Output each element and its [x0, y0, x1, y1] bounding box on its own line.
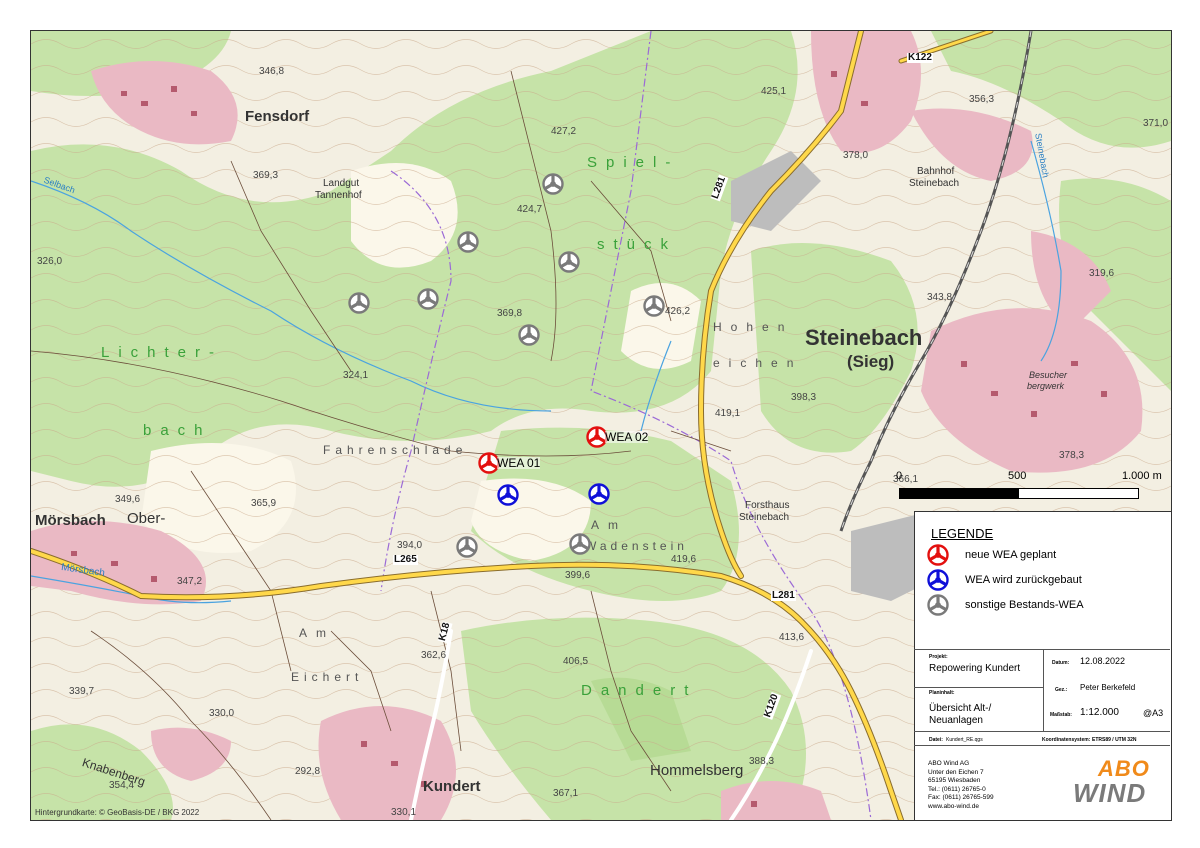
label-wea-02: WEA 02: [605, 430, 649, 444]
spot-height: 349,6: [115, 494, 141, 505]
label-wea-01: WEA 01: [497, 456, 541, 470]
wind-logo-text: WIND: [1073, 778, 1147, 808]
spot-height: 413,6: [779, 632, 805, 643]
paper-format: @A3: [1143, 708, 1164, 718]
spot-height: 425,1: [761, 86, 787, 97]
spot-height: 388,3: [749, 756, 775, 767]
field-bach: bach: [143, 422, 212, 439]
spot-height: 356,3: [969, 94, 995, 105]
massstab-label: Maßstab:: [1050, 712, 1072, 718]
spot-height: 330,1: [391, 807, 417, 818]
spot-height: 365,9: [251, 498, 277, 509]
spot-height: 394,0: [397, 540, 423, 551]
road-l281-south: L281: [771, 590, 796, 601]
spot-height: 346,8: [259, 66, 285, 77]
label-steinebach: Steinebach: [805, 325, 923, 350]
legend-title: LEGENDE: [931, 526, 994, 541]
field-spiel: Spiel-: [587, 154, 680, 171]
label-kundert: Kundert: [423, 778, 481, 795]
map-credit: Hintergrundkarte: © GeoBasis-DE / BKG 20…: [35, 808, 200, 817]
field-stueck: stück: [597, 236, 678, 253]
legend-item-new: neue WEA geplant: [925, 544, 1056, 566]
field-wadenstein: Wadenstein: [585, 539, 688, 553]
legend-item-existing: sonstige Bestands-WEA: [925, 594, 1084, 616]
wind-turbine-existing-icon: [927, 594, 949, 616]
field-am-1: Am: [591, 518, 627, 532]
spot-height: 354,4: [109, 780, 135, 791]
field-am-2: Am: [299, 626, 335, 640]
datum-value: 12.08.2022: [1080, 656, 1126, 666]
spot-height: 424,7: [517, 204, 543, 215]
label-fensdorf: Fensdorf: [245, 108, 310, 125]
legend-item-dismantle-label: WEA wird zurückgebaut: [965, 574, 1082, 586]
koord-value: ETRS89 / UTM 32N: [1092, 737, 1137, 743]
label-forsthaus: Forsthaus: [745, 500, 790, 511]
spot-height: 371,0: [1143, 118, 1169, 129]
label-tannenhof: Tannenhof: [315, 190, 362, 201]
spot-height: 378,3: [1059, 450, 1085, 461]
spot-height: 319,6: [1089, 268, 1115, 279]
field-fahrenschlade: Fahrenschlade: [323, 443, 468, 457]
spot-height: 326,0: [37, 256, 63, 267]
legend-item-existing-label: sonstige Bestands-WEA: [965, 599, 1084, 611]
field-hohen: Hohen: [713, 320, 794, 334]
spot-height: 419,1: [715, 408, 741, 419]
planinhalt-label: Planinhalt:: [929, 690, 955, 696]
spot-height: 343,8: [927, 292, 953, 303]
legend-item-new-label: neue WEA geplant: [965, 549, 1057, 561]
label-bahnhof: Bahnhof: [917, 166, 955, 177]
wind-turbine-new-icon: [927, 544, 949, 566]
spot-height: 367,1: [553, 788, 579, 799]
label-landgut: Landgut: [323, 178, 360, 189]
wind-turbine-dismantle-icon: [927, 569, 949, 591]
spot-height: 362,6: [421, 650, 447, 661]
spot-height: 339,7: [69, 686, 95, 697]
field-dandert: Dandert: [581, 682, 698, 699]
road-k122: K122: [907, 52, 933, 63]
massstab-value: 1:12.000: [1080, 707, 1119, 718]
spot-height: 427,2: [551, 126, 577, 137]
field-eichert: Eichert: [291, 670, 364, 684]
datum-label: Datum:: [1052, 660, 1070, 666]
label-bahnhof-steinebach: Steinebach: [909, 178, 960, 189]
spot-height: 406,5: [563, 656, 589, 667]
spot-height: 347,2: [177, 576, 203, 587]
spot-height: 399,6: [565, 570, 591, 581]
spot-height: 324,1: [343, 370, 369, 381]
koord-label: Koordinatensystem:: [1042, 737, 1091, 743]
spot-height: 426,2: [665, 306, 691, 317]
spot-height: 369,3: [253, 170, 279, 181]
label-bergwerk: bergwerk: [1027, 381, 1065, 391]
scale-bar-black-segment: [900, 489, 1019, 498]
planinhalt-line2: Neuanlagen: [929, 715, 983, 726]
scale-bar-frame: [899, 488, 1139, 499]
company-address: ABO Wind AG Unter den Eichen 7 65195 Wie…: [928, 760, 994, 810]
label-moersbach: Mörsbach: [35, 512, 106, 529]
spot-height: 369,8: [497, 308, 523, 319]
road-l265: L265: [393, 554, 418, 565]
spot-height: 419,6: [671, 554, 697, 565]
spot-height: 398,3: [791, 392, 817, 403]
planinhalt-line1: Übersicht Alt-/: [929, 703, 992, 714]
spot-height: 330,0: [209, 708, 235, 719]
scale-label-1000: 1.000 m: [1122, 470, 1162, 482]
datei-value: Kundert_RE.qgs: [946, 737, 983, 743]
spot-height: 378,0: [843, 150, 869, 161]
label-hommelsberg: Hommelsberg: [650, 762, 744, 779]
field-lichter: Lichter-: [101, 344, 224, 361]
label-forsthaus-steinebach: Steinebach: [739, 512, 790, 523]
label-ober: Ober-: [127, 510, 166, 527]
field-eichen: eichen: [713, 356, 803, 370]
projekt-label: Projekt:: [929, 654, 948, 660]
scale-label-0: 0: [896, 470, 903, 482]
projekt-value: Repowering Kundert: [929, 663, 1021, 674]
label-besucher: Besucher: [1029, 370, 1068, 380]
gez-label: Gez.:: [1055, 687, 1068, 693]
scale-label-500: 500: [1008, 470, 1027, 482]
label-steinebach-sieg: (Sieg): [847, 352, 895, 371]
spot-height: 292,8: [295, 766, 321, 777]
gez-value: Peter Berkefeld: [1080, 683, 1136, 692]
datei-label: Datei:: [929, 737, 943, 743]
legend-item-dismantle: WEA wird zurückgebaut: [925, 569, 1082, 591]
